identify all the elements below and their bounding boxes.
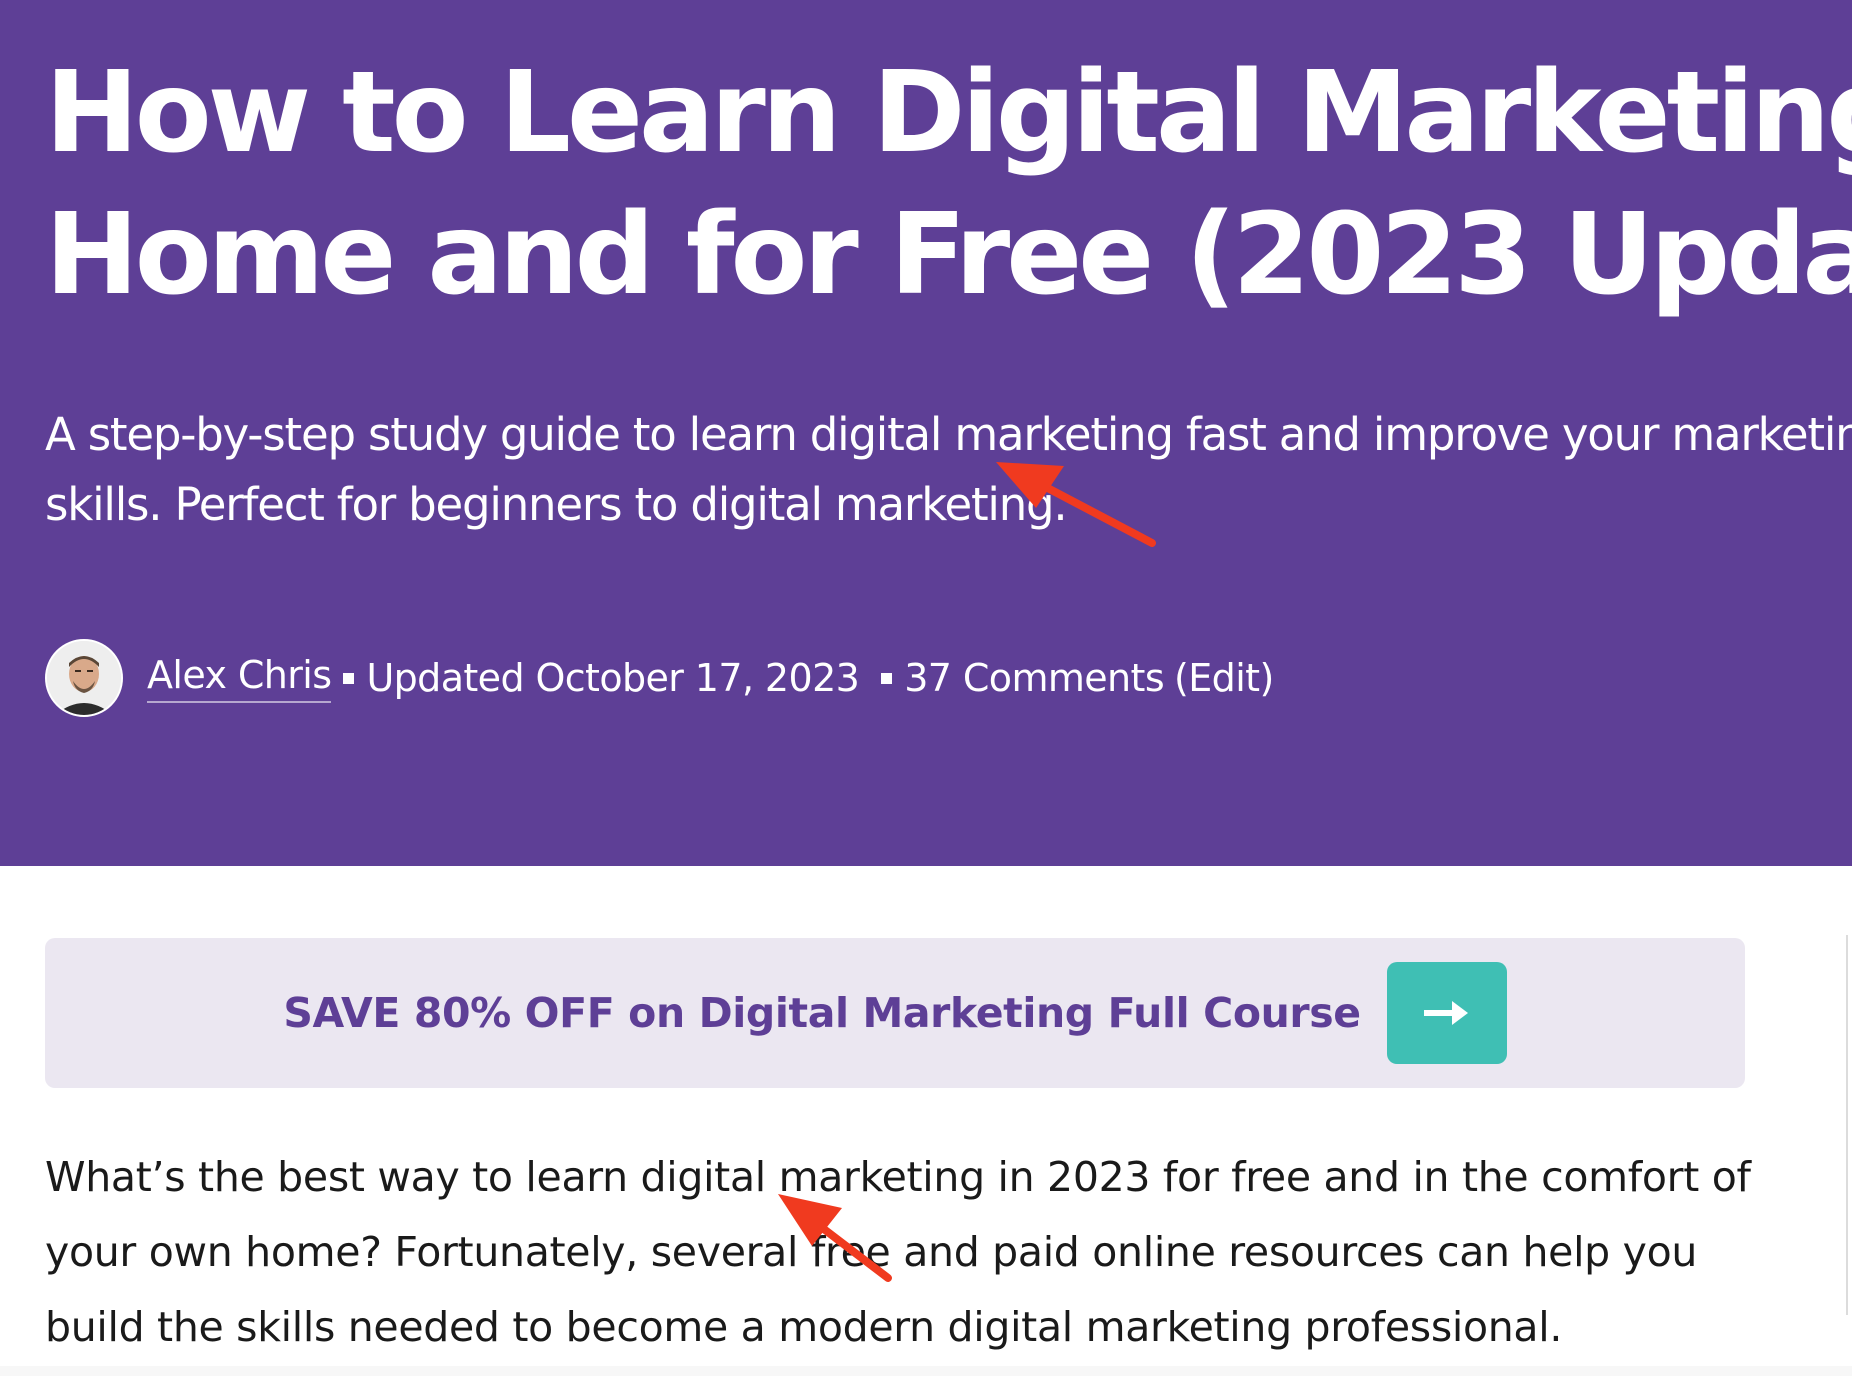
article-subtitle-line: skills. Perfect for beginners to digital… [45, 478, 1068, 531]
author-link[interactable]: Alex Chris [147, 653, 332, 703]
intro-line: What’s the best way to learn digital mar… [45, 1153, 1751, 1201]
meta-separator [881, 672, 893, 684]
avatar-face-icon [47, 641, 121, 715]
page-bottom-edge [0, 1366, 1852, 1376]
page-title-line: Home and for Free (2023 Update) [45, 190, 1852, 320]
promo-arrow-button[interactable] [1386, 962, 1507, 1064]
promo-banner[interactable]: SAVE 80% OFF on Digital Marketing Full C… [45, 938, 1745, 1088]
sidebar-edge [1846, 935, 1848, 1315]
article-subtitle-line: A step-by-step study guide to learn digi… [45, 408, 1852, 461]
author-avatar[interactable] [45, 639, 123, 717]
article-header: How to Learn Digital Marketing at Home a… [0, 0, 1852, 866]
meta-separator [343, 672, 355, 684]
page-title: How to Learn Digital Marketing at Home a… [45, 42, 1852, 326]
promo-text[interactable]: SAVE 80% OFF on Digital Marketing Full C… [283, 989, 1361, 1037]
updated-date: Updated October 17, 2023 [366, 656, 860, 700]
intro-line: build the skills needed to become a mode… [45, 1303, 1563, 1351]
arrow-right-icon [1423, 1001, 1468, 1025]
comments-link[interactable]: 37 Comments [904, 656, 1164, 700]
edit-link[interactable]: (Edit) [1174, 656, 1274, 700]
intro-paragraph: What’s the best way to learn digital mar… [45, 1140, 1805, 1365]
page-title-line: How to Learn Digital Marketing at [45, 48, 1852, 178]
article-subtitle: A step-by-step study guide to learn digi… [45, 400, 1852, 540]
article-meta: Alex Chris Updated October 17, 2023 37 C… [45, 639, 1274, 717]
intro-line: your own home? Fortunately, several free… [45, 1228, 1698, 1276]
